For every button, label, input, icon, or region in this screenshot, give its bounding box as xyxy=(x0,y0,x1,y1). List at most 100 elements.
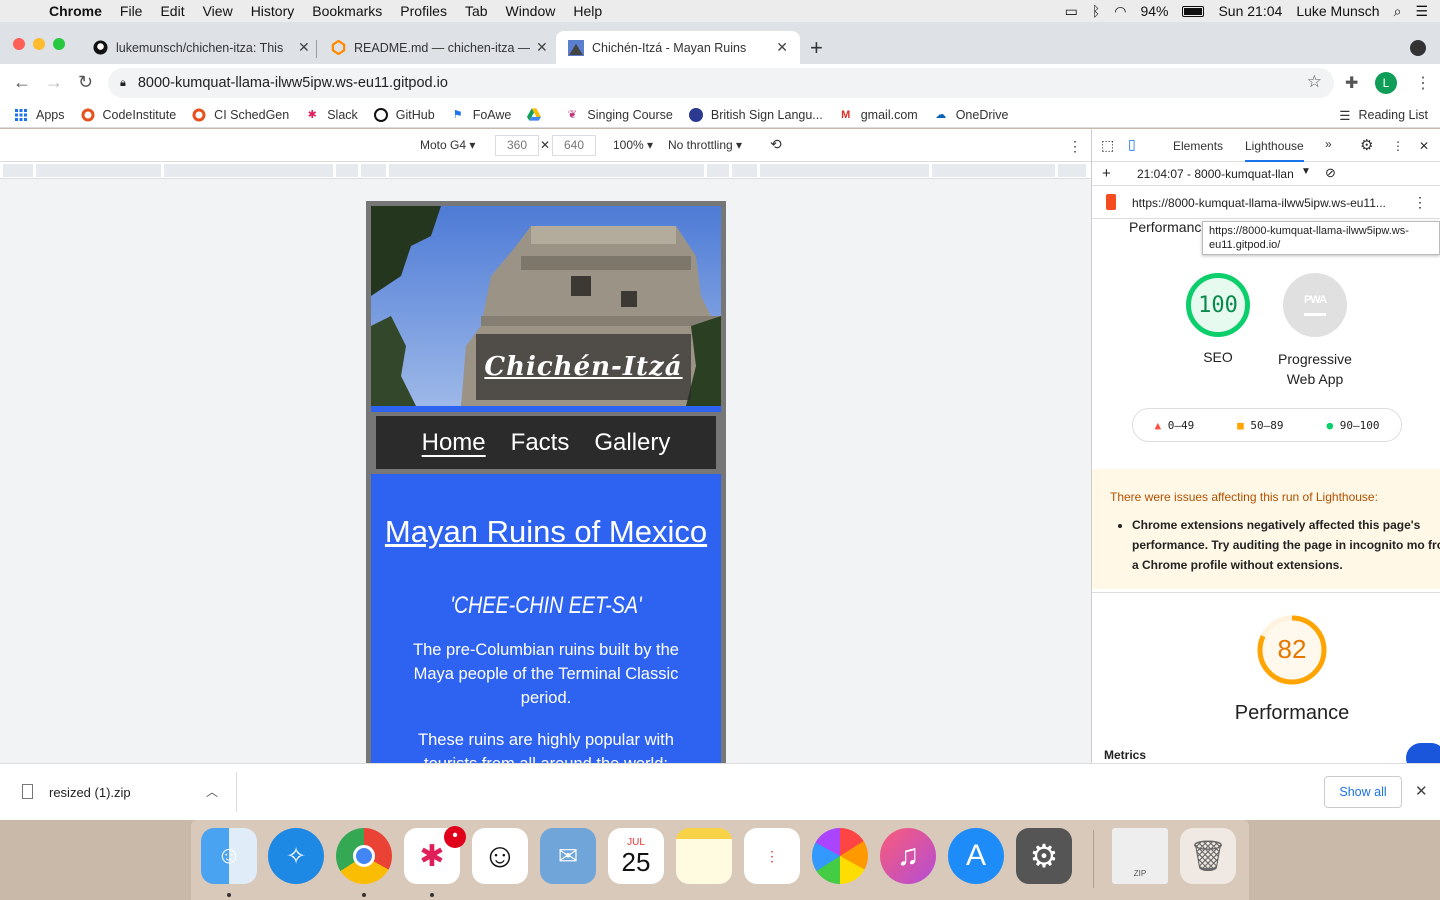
back-icon[interactable]: ← xyxy=(13,72,31,93)
new-report-icon[interactable]: + xyxy=(1102,165,1111,182)
menu-bookmarks[interactable]: Bookmarks xyxy=(303,3,391,19)
report-dropdown-icon[interactable]: ▼ xyxy=(1301,166,1311,177)
new-tab-button[interactable]: + xyxy=(810,35,823,61)
battery-percent[interactable]: 94% xyxy=(1140,3,1168,19)
bookmark-ci-schedgen[interactable]: CI SchedGen xyxy=(184,108,297,122)
bookmark-singing-course[interactable]: ❦ Singing Course xyxy=(557,108,680,122)
ruler-segment[interactable] xyxy=(932,164,1057,177)
forward-icon[interactable]: → xyxy=(45,72,63,93)
menu-tab[interactable]: Tab xyxy=(456,3,497,19)
show-all-button[interactable]: Show all xyxy=(1324,776,1402,808)
wifi-icon[interactable]: ◠ xyxy=(1114,3,1126,20)
user-name[interactable]: Luke Munsch xyxy=(1296,3,1379,19)
ruler-segment[interactable] xyxy=(361,164,388,177)
reminders-icon[interactable]: ⋮ xyxy=(744,828,800,884)
zip-file-icon[interactable]: ZIP xyxy=(1112,828,1168,884)
chrome-menu-icon[interactable]: ⋮ xyxy=(1415,73,1431,93)
bookmark-foawe[interactable]: ⚑ FoAwe xyxy=(443,108,520,122)
nav-facts-link[interactable]: Facts xyxy=(511,429,570,457)
calendar-icon[interactable]: JUL 25 xyxy=(608,828,664,884)
tab-lighthouse[interactable]: Lighthouse xyxy=(1245,139,1304,162)
photos-icon[interactable] xyxy=(812,828,868,884)
app-store-icon[interactable]: A xyxy=(948,828,1004,884)
address-bar[interactable]: 🔒︎ 8000-kumquat-llama-ilww5ipw.ws-eu11.g… xyxy=(108,68,1334,98)
bookmark-apps[interactable]: Apps xyxy=(0,108,73,122)
bookmark-google-drive[interactable] xyxy=(519,108,557,122)
devtools-menu-icon[interactable]: ⋮ xyxy=(1392,139,1404,153)
trash-icon[interactable]: 🗑︎ xyxy=(1180,828,1236,884)
finder-icon[interactable]: ☺ xyxy=(201,828,257,884)
device-select[interactable]: Moto G4 ▾ xyxy=(420,138,475,152)
ruler-segment[interactable] xyxy=(336,164,360,177)
ruler-segment[interactable] xyxy=(164,164,335,177)
bookmark-slack[interactable]: ✱ Slack xyxy=(297,108,366,122)
clear-reports-icon[interactable]: ⊘ xyxy=(1325,165,1336,181)
close-downloads-icon[interactable]: ✕ xyxy=(1415,782,1428,800)
ruler-segment[interactable] xyxy=(36,164,163,177)
notes-icon[interactable] xyxy=(676,828,732,884)
tab-readme[interactable]: README.md — chichen-itza — ✕ xyxy=(318,31,560,64)
more-tabs-icon[interactable]: » xyxy=(1325,137,1332,151)
control-center-icon[interactable]: ☰ xyxy=(1415,3,1428,20)
download-options-icon[interactable]: ︿ xyxy=(206,783,218,800)
reading-list-button[interactable]: ☰ Reading List xyxy=(1339,102,1428,128)
bookmark-onedrive[interactable]: ☁ OneDrive xyxy=(926,108,1017,122)
system-preferences-icon[interactable]: ⚙ xyxy=(1016,828,1072,884)
device-more-icon[interactable]: ⋮ xyxy=(1068,138,1082,155)
ruler-segment[interactable] xyxy=(707,164,731,177)
mail-icon[interactable]: ✉ xyxy=(540,828,596,884)
menu-file[interactable]: File xyxy=(111,3,152,19)
bookmark-star-icon[interactable]: ☆ xyxy=(1307,72,1322,92)
minimize-window-button[interactable] xyxy=(33,38,45,50)
bookmark-github[interactable]: GitHub xyxy=(366,107,443,122)
close-tab-icon[interactable]: ✕ xyxy=(776,39,788,56)
safari-icon[interactable]: ✧ xyxy=(268,828,324,884)
page-heading[interactable]: Mayan Ruins of Mexico xyxy=(371,514,721,550)
lock-icon[interactable]: 🔒︎ xyxy=(120,77,126,90)
nav-home-link[interactable]: Home xyxy=(422,429,486,457)
close-devtools-icon[interactable]: ✕ xyxy=(1419,139,1429,153)
feedback-icon[interactable] xyxy=(1406,743,1440,763)
menu-chrome[interactable]: Chrome xyxy=(40,3,111,19)
ruler-segment[interactable] xyxy=(1058,164,1088,177)
device-height-input[interactable]: 640 xyxy=(552,135,596,156)
bookmark-codeinstitute[interactable]: CodeInstitute xyxy=(73,108,185,122)
menu-history[interactable]: History xyxy=(242,3,304,19)
spotlight-icon[interactable]: ⌕ xyxy=(1394,3,1402,20)
ruler-segment[interactable] xyxy=(389,164,706,177)
close-tab-icon[interactable]: ✕ xyxy=(536,39,548,56)
battery-icon[interactable] xyxy=(1182,5,1205,17)
menu-profiles[interactable]: Profiles xyxy=(391,3,456,19)
close-window-button[interactable] xyxy=(13,38,25,50)
performance-gauge[interactable]: 82 xyxy=(1256,614,1328,686)
bookmark-bsl[interactable]: British Sign Langu... xyxy=(681,107,831,122)
menu-window[interactable]: Window xyxy=(497,3,565,19)
rotate-icon[interactable]: ⟲ xyxy=(770,136,782,153)
download-filename[interactable]: resized (1).zip xyxy=(49,785,131,800)
airplay-icon[interactable]: ▭ xyxy=(1065,3,1078,20)
bookmark-gmail[interactable]: M gmail.com xyxy=(831,108,926,122)
settings-gear-icon[interactable]: ⚙ xyxy=(1360,136,1373,154)
chrome-icon[interactable] xyxy=(336,828,392,884)
report-menu-icon[interactable]: ⋮ xyxy=(1413,194,1427,211)
zoom-window-button[interactable] xyxy=(53,38,65,50)
tab-elements[interactable]: Elements xyxy=(1173,139,1223,153)
clock[interactable]: Sun 21:04 xyxy=(1218,3,1282,19)
menu-edit[interactable]: Edit xyxy=(151,3,193,19)
report-url[interactable]: https://8000-kumquat-llama-ilww5ipw.ws-e… xyxy=(1132,196,1404,210)
bluetooth-icon[interactable]: ᛒ xyxy=(1092,3,1100,19)
tab-github[interactable]: lukemunsch/chichen-itza: This ✕ xyxy=(80,31,322,64)
throttle-select[interactable]: No throttling ▾ xyxy=(668,138,742,152)
pwa-badge[interactable]: PWA xyxy=(1283,273,1347,337)
menu-help[interactable]: Help xyxy=(564,3,611,19)
ruler-segment[interactable] xyxy=(732,164,759,177)
nav-gallery-link[interactable]: Gallery xyxy=(594,429,670,457)
hero-title[interactable]: Chichén-Itzá xyxy=(476,334,691,400)
close-tab-icon[interactable]: ✕ xyxy=(298,39,310,56)
tab-search-icon[interactable] xyxy=(1410,40,1426,56)
ruler-segment[interactable] xyxy=(760,164,931,177)
inspect-element-icon[interactable]: ⬚ xyxy=(1101,137,1114,154)
menu-view[interactable]: View xyxy=(194,3,242,19)
tab-chichen-itza[interactable]: Chichén-Itzá - Mayan Ruins ✕ xyxy=(556,31,800,64)
extensions-icon[interactable]: ✚ xyxy=(1345,73,1358,93)
